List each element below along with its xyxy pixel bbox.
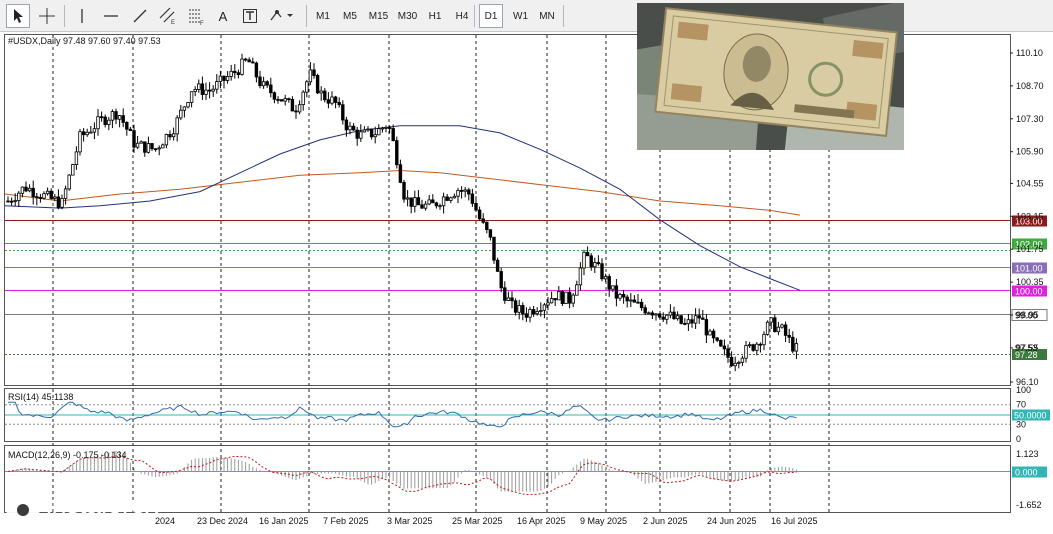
price-tick-label: 108.70: [1016, 81, 1044, 91]
price-tick-label: 107.30: [1016, 114, 1044, 124]
level-label: 101.00: [1012, 262, 1047, 274]
macd-tick-label: 1.123: [1016, 449, 1039, 459]
candle: [679, 315, 683, 325]
macd-zero-label: 0.000: [1012, 466, 1047, 478]
rsi-tick-label: 70: [1016, 400, 1026, 410]
date-tick-label: 16 Jan 2025: [259, 516, 309, 526]
candle: [78, 129, 82, 156]
price-tick-label: 98.95: [1016, 310, 1039, 320]
date-tick-label: 9 May 2025: [580, 516, 627, 526]
date-tick-label: 24 Jun 2025: [707, 516, 757, 526]
brand-name: instaforex: [46, 489, 159, 519]
level-label-text: 100.00: [1015, 287, 1043, 297]
chart-header: #USDX,Daily 97.48 97.60 97.40 97.53: [8, 36, 161, 46]
date-tick-label: 25 Mar 2025: [452, 516, 503, 526]
candle: [67, 174, 71, 191]
date-tick-label: 23 Dec 2024: [197, 516, 248, 526]
price-marker-text: 97.53: [1015, 343, 1038, 353]
price-tick-label: 104.55: [1016, 178, 1044, 188]
date-tick-label: 7 Feb 2025: [323, 516, 369, 526]
rsi-header: RSI(14) 45.1138: [8, 392, 73, 402]
date-tick-label: 3 Mar 2025: [387, 516, 433, 526]
candle: [395, 136, 399, 169]
rsi-level-text: 50.0000: [1014, 411, 1047, 421]
rsi-tick-label: 100: [1016, 385, 1031, 395]
candle: [560, 290, 565, 306]
macd-tick-label: -1.652: [1016, 500, 1042, 510]
macd-header: MACD(12,26,9) -0.175 -0.134: [8, 450, 127, 460]
date-tick-label: 16 Apr 2025: [517, 516, 566, 526]
candle: [402, 179, 406, 203]
us-dollar-banknotes-photo: [637, 3, 904, 150]
instaforex-logo: instaforex Instant Forex Trading: [4, 489, 180, 531]
candle: [564, 291, 568, 305]
candle: [765, 320, 770, 336]
price-tick-label: 101.75: [1016, 244, 1044, 254]
candle: [719, 339, 723, 347]
price-tick-label: 110.10: [1016, 48, 1043, 58]
level-label-text: 101.00: [1015, 264, 1043, 274]
price-tick-label: 105.90: [1016, 147, 1044, 157]
date-tick-label: 16 Jul 2025: [771, 516, 818, 526]
candle: [71, 163, 75, 176]
date-tick-label: 2 Jun 2025: [643, 516, 688, 526]
rsi-tick-label: 0: [1016, 434, 1021, 444]
candle: [492, 236, 496, 264]
brand-tagline: Instant Forex Trading: [46, 518, 141, 529]
level-label: 100.00: [1012, 285, 1047, 297]
rsi-tick-label: 30: [1016, 419, 1026, 429]
price-tick-label: 103.15: [1016, 211, 1044, 221]
instaforex-logo-icon: [6, 493, 40, 527]
price-tick-label: 100.35: [1016, 277, 1044, 287]
candle: [315, 73, 320, 94]
rsi-level-label: 50.0000: [1012, 409, 1050, 421]
candle: [279, 99, 284, 102]
candle: [751, 343, 755, 352]
macd-zero-text: 0.000: [1015, 468, 1038, 478]
